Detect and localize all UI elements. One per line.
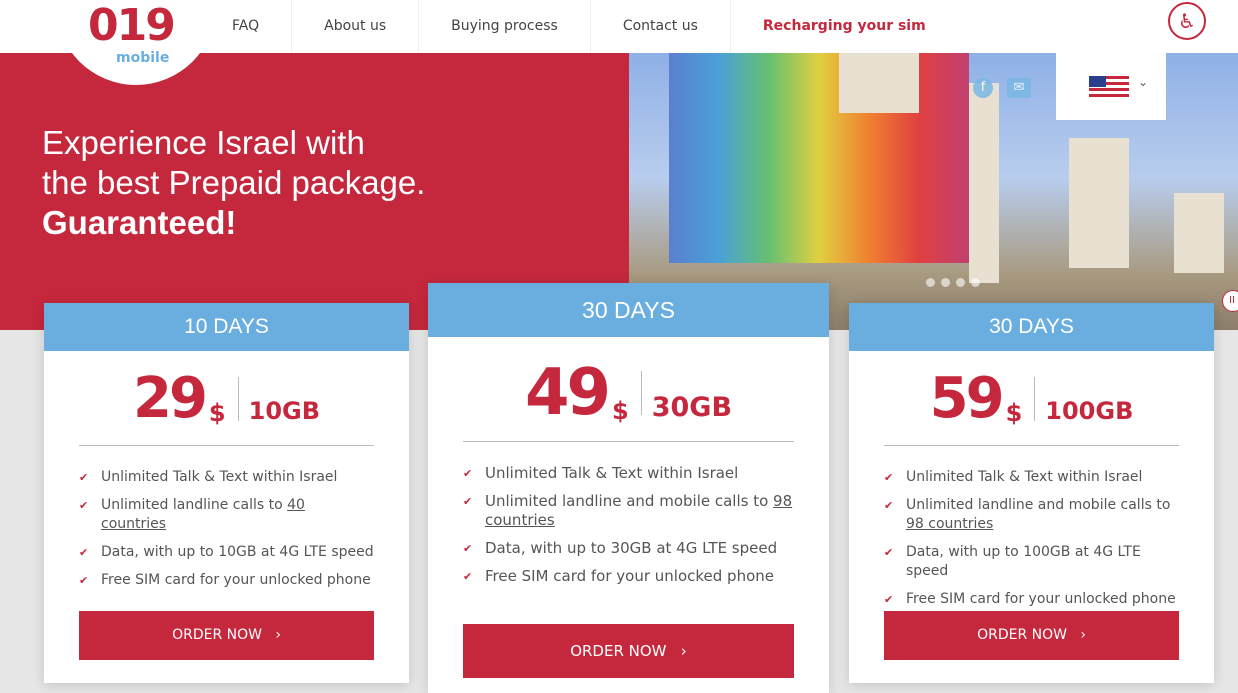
slider-dot[interactable]: [971, 278, 980, 287]
chevron-down-icon: ⌄: [1138, 75, 1149, 89]
slider-dot[interactable]: [941, 278, 950, 287]
logo-sub: mobile: [116, 50, 170, 66]
plan-card: 30 DAYS 49$30GB Unlimited Talk & Text wi…: [428, 283, 829, 693]
logo-number: 019: [88, 0, 176, 51]
hero-title: Experience Israel with the best Prepaid p…: [42, 124, 426, 241]
main-nav: FAQ About us Buying process Contact us R…: [200, 0, 958, 53]
us-flag-icon: [1089, 76, 1129, 97]
pause-icon[interactable]: II: [1222, 290, 1238, 312]
plan-card: 30 DAYS 59$100GB Unlimited Talk & Text w…: [849, 303, 1214, 683]
plan-price: 49 $30GB: [524, 356, 733, 430]
nav-buying-process[interactable]: Buying process: [419, 0, 591, 53]
countries-link[interactable]: 98 countries: [906, 516, 993, 532]
plan-price: 59 $100GB: [929, 366, 1134, 431]
order-now-button[interactable]: ORDER NOW ›: [884, 611, 1179, 660]
nav-recharging[interactable]: Recharging your sim: [731, 0, 958, 53]
nav-contact-us[interactable]: Contact us: [591, 0, 731, 53]
plan-card: 10 DAYS 29$10GB Unlimited Talk & Text wi…: [44, 303, 409, 683]
feature-list: Unlimited Talk & Text within Israel Unli…: [884, 468, 1179, 609]
order-now-button[interactable]: ORDER NOW ›: [463, 624, 794, 678]
language-selector[interactable]: ⌄: [1056, 53, 1166, 120]
feature-list: Unlimited Talk & Text within Israel Unli…: [79, 468, 374, 590]
plan-title: 30 DAYS: [849, 303, 1214, 351]
plan-price: 29 $10GB: [132, 366, 321, 431]
slider-dot[interactable]: [926, 278, 935, 287]
slider-dot[interactable]: [956, 278, 965, 287]
building-image: [669, 53, 969, 263]
accessibility-icon[interactable]: ♿: [1168, 2, 1206, 40]
order-now-button[interactable]: ORDER NOW ›: [79, 611, 374, 660]
plan-title: 30 DAYS: [428, 283, 829, 337]
mail-icon[interactable]: ✉: [1007, 78, 1031, 98]
nav-about-us[interactable]: About us: [292, 0, 420, 53]
plan-title: 10 DAYS: [44, 303, 409, 351]
slider-dots: [926, 278, 980, 287]
feature-list: Unlimited Talk & Text within Israel Unli…: [463, 464, 794, 586]
facebook-icon[interactable]: f: [973, 78, 993, 98]
